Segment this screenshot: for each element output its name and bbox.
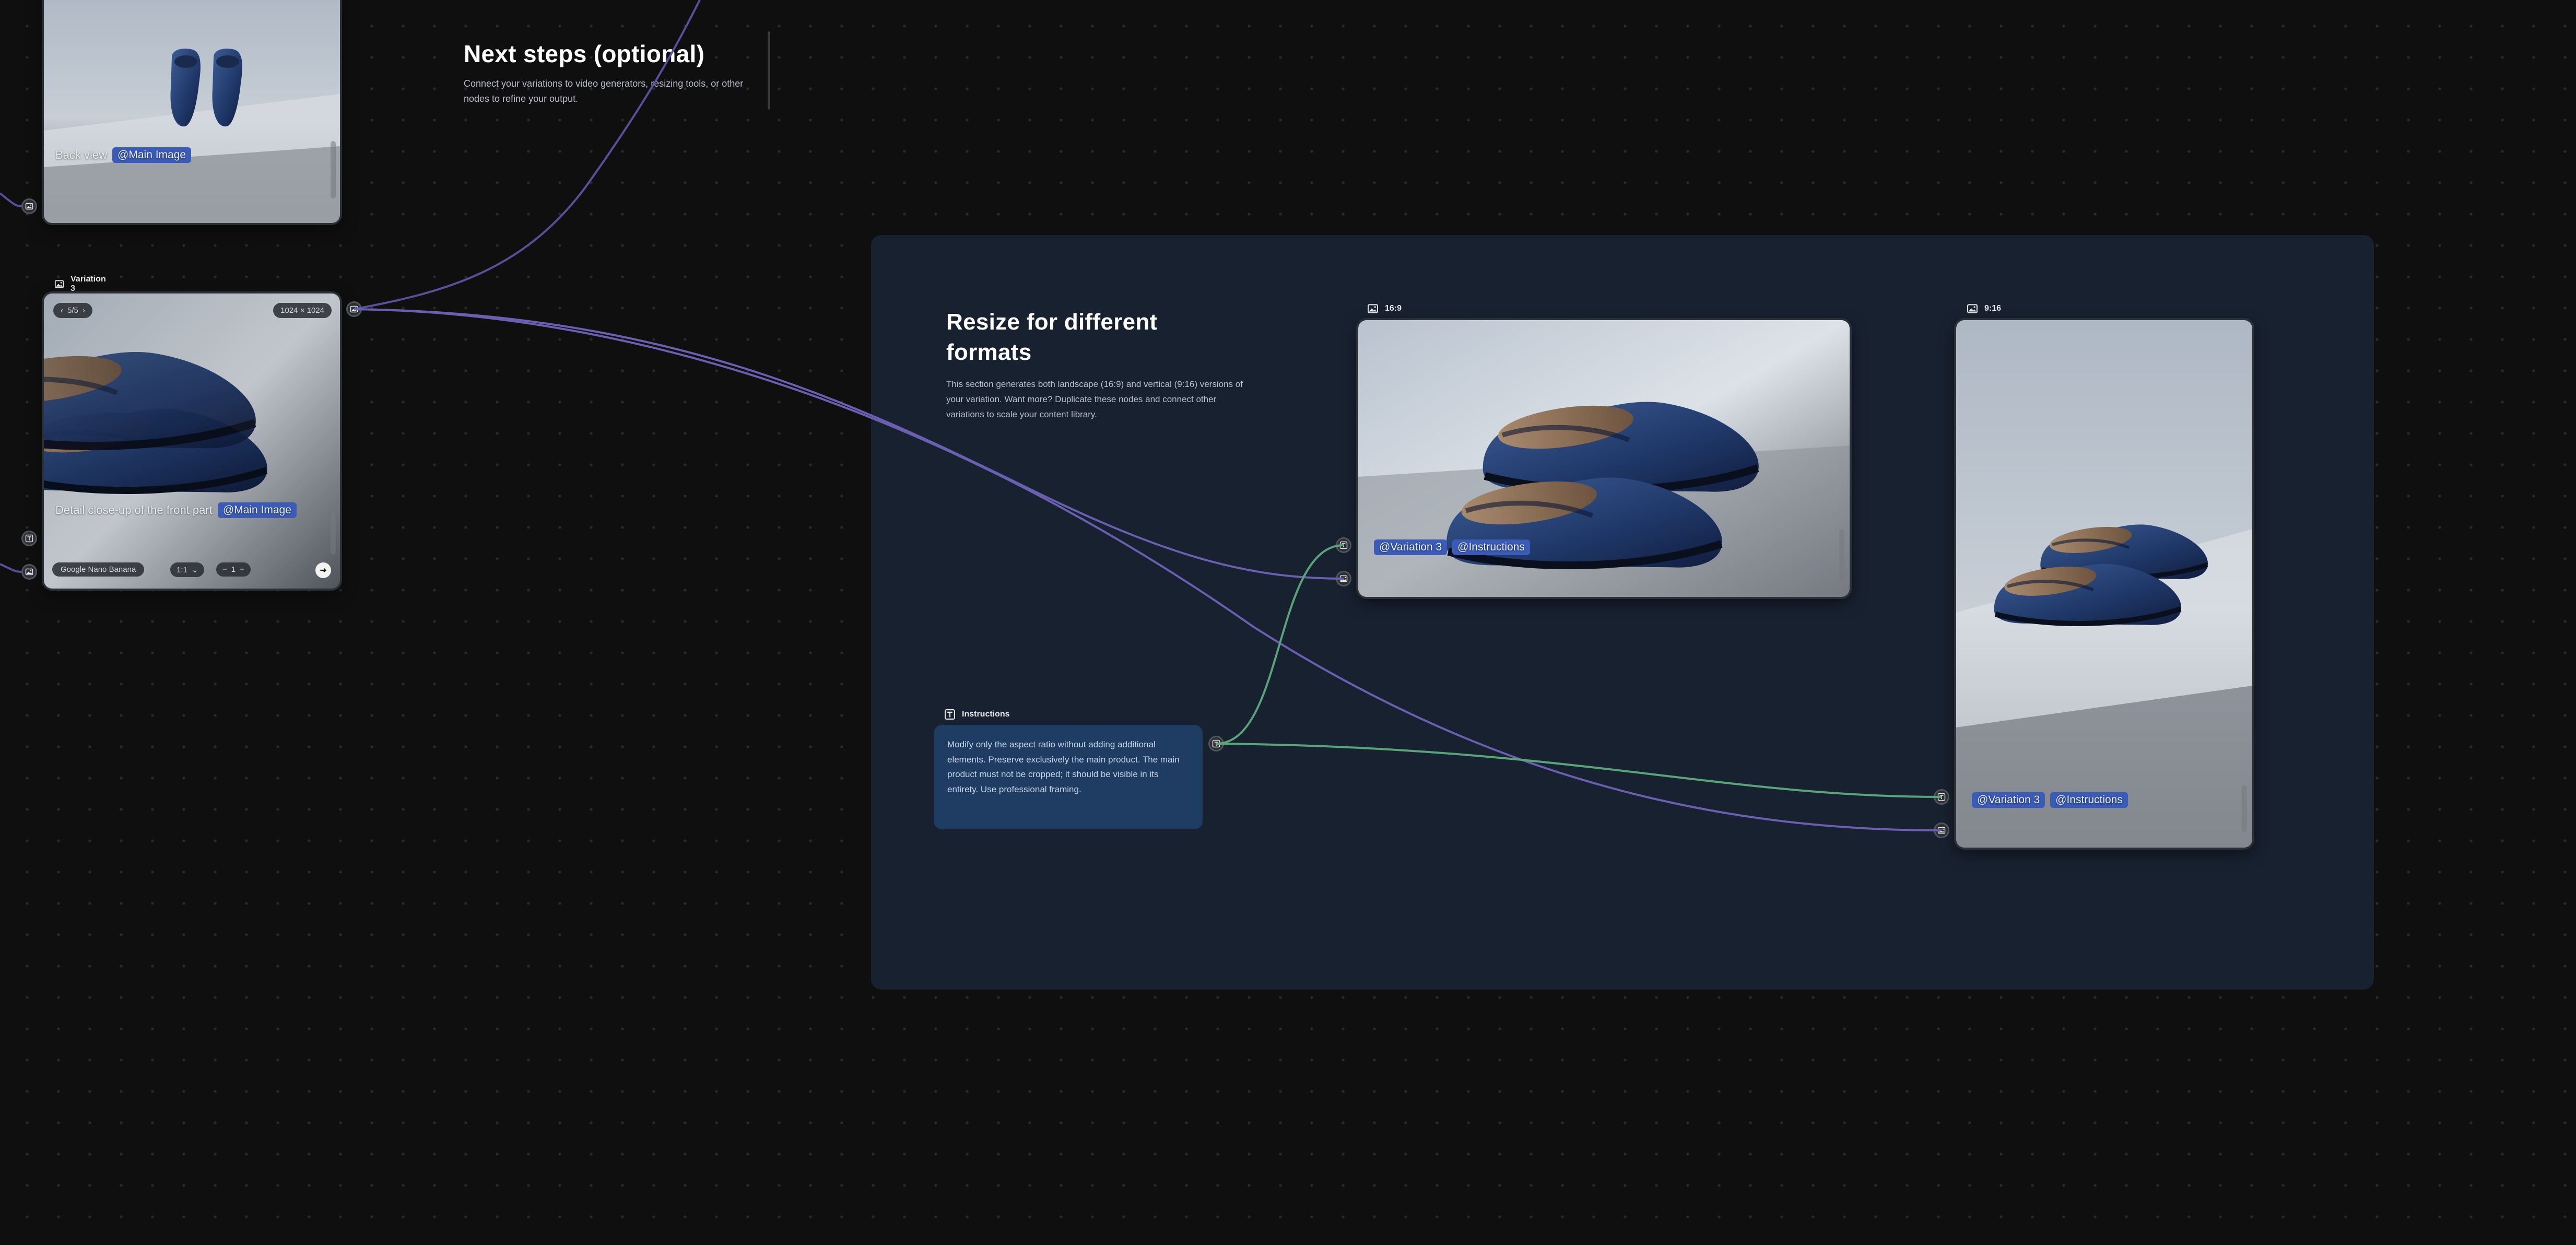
vertical-image-input-port[interactable] [1934, 823, 1949, 838]
pager-counter: 5/5 [67, 306, 78, 315]
vertical-image [1956, 320, 2252, 848]
instructions-text: Modify only the aspect ratio without add… [947, 739, 1180, 794]
vertical-text-input-port[interactable] [1934, 789, 1949, 805]
card-scrollbar[interactable] [2242, 785, 2247, 832]
node-title: Instructions [962, 710, 1010, 719]
instructions-textarea[interactable]: Modify only the aspect ratio without add… [934, 725, 1203, 829]
text-icon [1937, 793, 1946, 801]
vertical-card[interactable]: @Variation 3 @Instructions [1956, 320, 2252, 848]
variation-pager[interactable]: ‹ 5/5 › [53, 303, 92, 318]
image-icon [1367, 303, 1379, 314]
sticky-note-next-steps[interactable]: Next steps (optional) Connect your varia… [464, 40, 761, 107]
sticky-note-resize[interactable]: Resize for different formats This sectio… [946, 307, 1243, 422]
arrow-right-circle-icon [320, 568, 327, 573]
prompt-tag: @Variation 3 [1374, 539, 1448, 555]
variation-3-image-output-port[interactable] [346, 301, 362, 317]
prompt-tag: @Instructions [1452, 539, 1530, 555]
image-dimensions-badge: 1024 × 1024 [273, 303, 332, 318]
model-name: Google Nano Banana [61, 565, 136, 574]
image-icon [1967, 303, 1978, 314]
wire-into-back-view[interactable] [0, 192, 22, 207]
image-icon [350, 305, 358, 313]
instructions-text-output-port[interactable] [1208, 736, 1224, 751]
text-icon [25, 534, 33, 543]
variation-3-text-input-port[interactable] [21, 531, 37, 546]
landscape-prompt[interactable]: @Variation 3 @Instructions [1374, 539, 1530, 555]
text-icon [944, 709, 956, 720]
text-icon [1212, 739, 1220, 748]
image-icon [54, 278, 64, 290]
node-header[interactable]: Instructions [944, 709, 1010, 720]
prompt-tag: @Instructions [2050, 792, 2128, 808]
chevron-down-icon: ⌄ [191, 566, 198, 574]
back-view-card[interactable]: Back view @Main Image [44, 0, 340, 223]
quantity-value: 1 [231, 565, 236, 574]
node-header[interactable]: 9:16 [1967, 303, 2001, 314]
aspect-value: 1:1 [177, 565, 187, 574]
card-scrollbar[interactable] [331, 141, 336, 198]
sticky-note-scrollbar[interactable] [768, 31, 770, 110]
model-select[interactable]: Google Nano Banana [52, 562, 145, 577]
plus-icon[interactable]: + [240, 565, 244, 574]
node-header[interactable]: Variation 3 [54, 275, 108, 293]
minus-icon[interactable]: − [222, 565, 227, 574]
node-title: 16:9 [1385, 304, 1402, 313]
aspect-ratio-select[interactable]: 1:1 ⌄ [170, 562, 205, 577]
landscape-text-input-port[interactable] [1336, 537, 1351, 553]
variation-3-card[interactable]: ‹ 5/5 › 1024 × 1024 Detail close-up of t… [44, 293, 340, 589]
sticky-note-title: Next steps (optional) [464, 40, 705, 67]
prompt-tag: @Main Image [112, 147, 192, 163]
variation-3-image [44, 293, 340, 589]
back-view-prompt[interactable]: Back view @Main Image [55, 147, 192, 163]
landscape-card[interactable]: @Variation 3 @Instructions [1358, 320, 1850, 597]
prompt-text: Back view [55, 148, 108, 161]
node-header[interactable]: 16:9 [1367, 303, 1402, 314]
chevron-right-icon[interactable]: › [83, 306, 85, 315]
run-button[interactable] [315, 562, 331, 578]
image-icon [25, 202, 33, 210]
dimensions-text: 1024 × 1024 [280, 306, 324, 315]
vertical-prompt[interactable]: @Variation 3 @Instructions [1972, 792, 2128, 808]
node-title: 9:16 [1984, 304, 2002, 313]
variation-3-image-input-port[interactable] [21, 564, 37, 580]
chevron-left-icon[interactable]: ‹ [61, 306, 63, 315]
image-icon [25, 568, 33, 576]
variation-3-prompt[interactable]: Detail close-up of the front part @Main … [55, 502, 297, 518]
prompt-text: Detail close-up of the front part [55, 503, 213, 516]
image-icon [1339, 574, 1348, 583]
card-scrollbar[interactable] [331, 513, 336, 555]
back-view-image-input-port[interactable] [21, 198, 37, 214]
landscape-image-input-port[interactable] [1336, 571, 1351, 586]
text-icon [1339, 541, 1348, 549]
image-icon [1937, 826, 1946, 835]
prompt-tag: @Variation 3 [1972, 792, 2045, 808]
sticky-note-description: Connect your variations to video generat… [464, 78, 744, 104]
quantity-stepper[interactable]: − 1 + [216, 562, 251, 577]
card-scrollbar[interactable] [1839, 529, 1844, 581]
wire-into-variation3[interactable] [0, 563, 22, 573]
sticky-note-description: This section generates both landscape (1… [946, 379, 1243, 419]
landscape-image [1358, 320, 1850, 597]
back-view-image [44, 0, 340, 223]
node-title: Variation 3 [70, 275, 106, 293]
prompt-tag: @Main Image [217, 502, 297, 518]
sticky-note-title: Resize for different formats [946, 309, 1158, 366]
